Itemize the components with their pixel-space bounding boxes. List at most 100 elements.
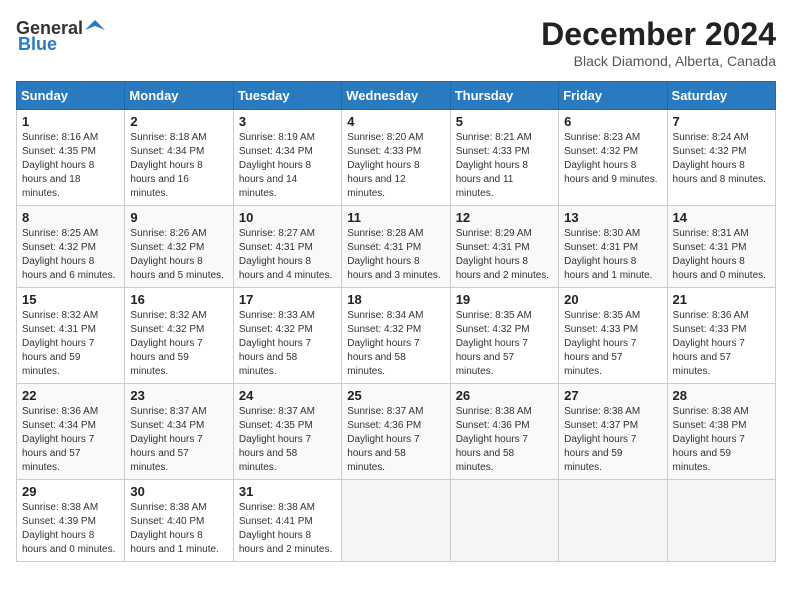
calendar-week-row: 1 Sunrise: 8:16 AM Sunset: 4:35 PM Dayli… [17,110,776,206]
day-number: 19 [456,292,553,307]
day-info: Sunrise: 8:29 AM Sunset: 4:31 PM Dayligh… [456,227,553,283]
calendar-cell: 4 Sunrise: 8:20 AM Sunset: 4:33 PM Dayli… [342,110,450,206]
calendar-cell [559,480,667,562]
day-info: Sunrise: 8:38 AM Sunset: 4:38 PM Dayligh… [673,405,770,475]
day-info: Sunrise: 8:38 AM Sunset: 4:36 PM Dayligh… [456,405,553,475]
day-number: 13 [564,210,661,225]
page-header: General Blue December 2024 Black Diamond… [16,16,776,69]
day-info: Sunrise: 8:32 AM Sunset: 4:31 PM Dayligh… [22,309,119,379]
logo-icon [83,16,107,40]
day-number: 1 [22,114,119,129]
day-info: Sunrise: 8:35 AM Sunset: 4:33 PM Dayligh… [564,309,661,379]
day-number: 9 [130,210,227,225]
calendar-cell: 26 Sunrise: 8:38 AM Sunset: 4:36 PM Dayl… [450,384,558,480]
calendar-cell: 6 Sunrise: 8:23 AM Sunset: 4:32 PM Dayli… [559,110,667,206]
day-number: 30 [130,484,227,499]
day-info: Sunrise: 8:30 AM Sunset: 4:31 PM Dayligh… [564,227,661,283]
day-info: Sunrise: 8:38 AM Sunset: 4:40 PM Dayligh… [130,501,227,557]
calendar-cell: 22 Sunrise: 8:36 AM Sunset: 4:34 PM Dayl… [17,384,125,480]
day-info: Sunrise: 8:34 AM Sunset: 4:32 PM Dayligh… [347,309,444,379]
calendar-cell: 9 Sunrise: 8:26 AM Sunset: 4:32 PM Dayli… [125,206,233,288]
day-number: 3 [239,114,336,129]
day-number: 2 [130,114,227,129]
calendar-cell: 29 Sunrise: 8:38 AM Sunset: 4:39 PM Dayl… [17,480,125,562]
calendar-cell: 5 Sunrise: 8:21 AM Sunset: 4:33 PM Dayli… [450,110,558,206]
day-number: 31 [239,484,336,499]
calendar-week-row: 22 Sunrise: 8:36 AM Sunset: 4:34 PM Dayl… [17,384,776,480]
calendar-week-row: 15 Sunrise: 8:32 AM Sunset: 4:31 PM Dayl… [17,288,776,384]
day-number: 14 [673,210,770,225]
day-info: Sunrise: 8:38 AM Sunset: 4:37 PM Dayligh… [564,405,661,475]
calendar-cell: 13 Sunrise: 8:30 AM Sunset: 4:31 PM Dayl… [559,206,667,288]
logo: General Blue [16,16,107,55]
calendar-cell: 12 Sunrise: 8:29 AM Sunset: 4:31 PM Dayl… [450,206,558,288]
day-info: Sunrise: 8:16 AM Sunset: 4:35 PM Dayligh… [22,131,119,201]
calendar-cell: 11 Sunrise: 8:28 AM Sunset: 4:31 PM Dayl… [342,206,450,288]
calendar-cell [342,480,450,562]
calendar-cell: 19 Sunrise: 8:35 AM Sunset: 4:32 PM Dayl… [450,288,558,384]
month-title: December 2024 [541,16,776,53]
calendar-cell: 10 Sunrise: 8:27 AM Sunset: 4:31 PM Dayl… [233,206,341,288]
day-info: Sunrise: 8:32 AM Sunset: 4:32 PM Dayligh… [130,309,227,379]
calendar-cell: 15 Sunrise: 8:32 AM Sunset: 4:31 PM Dayl… [17,288,125,384]
day-number: 18 [347,292,444,307]
calendar-cell: 30 Sunrise: 8:38 AM Sunset: 4:40 PM Dayl… [125,480,233,562]
day-info: Sunrise: 8:28 AM Sunset: 4:31 PM Dayligh… [347,227,444,283]
day-number: 20 [564,292,661,307]
day-number: 15 [22,292,119,307]
day-info: Sunrise: 8:35 AM Sunset: 4:32 PM Dayligh… [456,309,553,379]
calendar-cell: 3 Sunrise: 8:19 AM Sunset: 4:34 PM Dayli… [233,110,341,206]
day-number: 21 [673,292,770,307]
day-number: 22 [22,388,119,403]
day-number: 5 [456,114,553,129]
day-info: Sunrise: 8:33 AM Sunset: 4:32 PM Dayligh… [239,309,336,379]
calendar-cell: 7 Sunrise: 8:24 AM Sunset: 4:32 PM Dayli… [667,110,775,206]
day-number: 16 [130,292,227,307]
location-title: Black Diamond, Alberta, Canada [541,53,776,69]
calendar-cell: 14 Sunrise: 8:31 AM Sunset: 4:31 PM Dayl… [667,206,775,288]
day-info: Sunrise: 8:20 AM Sunset: 4:33 PM Dayligh… [347,131,444,201]
calendar-table: Sunday Monday Tuesday Wednesday Thursday… [16,81,776,562]
day-info: Sunrise: 8:37 AM Sunset: 4:35 PM Dayligh… [239,405,336,475]
header-thursday: Thursday [450,82,558,110]
calendar-cell: 23 Sunrise: 8:37 AM Sunset: 4:34 PM Dayl… [125,384,233,480]
day-number: 12 [456,210,553,225]
day-info: Sunrise: 8:31 AM Sunset: 4:31 PM Dayligh… [673,227,770,283]
day-info: Sunrise: 8:19 AM Sunset: 4:34 PM Dayligh… [239,131,336,201]
calendar-cell: 16 Sunrise: 8:32 AM Sunset: 4:32 PM Dayl… [125,288,233,384]
calendar-cell: 17 Sunrise: 8:33 AM Sunset: 4:32 PM Dayl… [233,288,341,384]
day-number: 26 [456,388,553,403]
header-monday: Monday [125,82,233,110]
calendar-cell: 27 Sunrise: 8:38 AM Sunset: 4:37 PM Dayl… [559,384,667,480]
calendar-cell: 8 Sunrise: 8:25 AM Sunset: 4:32 PM Dayli… [17,206,125,288]
calendar-cell: 31 Sunrise: 8:38 AM Sunset: 4:41 PM Dayl… [233,480,341,562]
day-info: Sunrise: 8:38 AM Sunset: 4:41 PM Dayligh… [239,501,336,557]
day-number: 11 [347,210,444,225]
header-wednesday: Wednesday [342,82,450,110]
logo-blue: Blue [18,34,57,55]
day-info: Sunrise: 8:21 AM Sunset: 4:33 PM Dayligh… [456,131,553,201]
day-number: 7 [673,114,770,129]
calendar-cell: 24 Sunrise: 8:37 AM Sunset: 4:35 PM Dayl… [233,384,341,480]
calendar-week-row: 29 Sunrise: 8:38 AM Sunset: 4:39 PM Dayl… [17,480,776,562]
day-number: 8 [22,210,119,225]
calendar-cell: 21 Sunrise: 8:36 AM Sunset: 4:33 PM Dayl… [667,288,775,384]
day-info: Sunrise: 8:23 AM Sunset: 4:32 PM Dayligh… [564,131,661,187]
day-info: Sunrise: 8:25 AM Sunset: 4:32 PM Dayligh… [22,227,119,283]
header-sunday: Sunday [17,82,125,110]
weekday-header-row: Sunday Monday Tuesday Wednesday Thursday… [17,82,776,110]
header-saturday: Saturday [667,82,775,110]
day-info: Sunrise: 8:18 AM Sunset: 4:34 PM Dayligh… [130,131,227,201]
header-tuesday: Tuesday [233,82,341,110]
header-friday: Friday [559,82,667,110]
calendar-week-row: 8 Sunrise: 8:25 AM Sunset: 4:32 PM Dayli… [17,206,776,288]
calendar-cell: 18 Sunrise: 8:34 AM Sunset: 4:32 PM Dayl… [342,288,450,384]
day-info: Sunrise: 8:37 AM Sunset: 4:36 PM Dayligh… [347,405,444,475]
day-info: Sunrise: 8:27 AM Sunset: 4:31 PM Dayligh… [239,227,336,283]
day-number: 29 [22,484,119,499]
day-number: 28 [673,388,770,403]
day-number: 24 [239,388,336,403]
calendar-cell: 25 Sunrise: 8:37 AM Sunset: 4:36 PM Dayl… [342,384,450,480]
day-info: Sunrise: 8:36 AM Sunset: 4:33 PM Dayligh… [673,309,770,379]
calendar-cell: 2 Sunrise: 8:18 AM Sunset: 4:34 PM Dayli… [125,110,233,206]
